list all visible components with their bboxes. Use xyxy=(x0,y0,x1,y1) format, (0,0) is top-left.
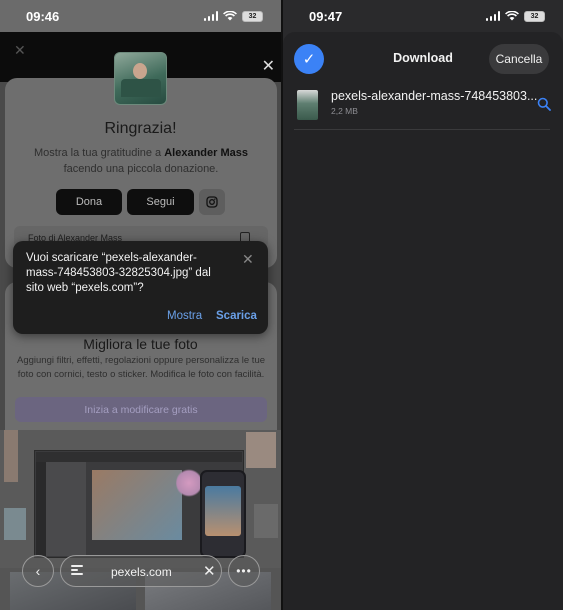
thanks-text-after: facendo una piccola donazione. xyxy=(63,163,219,175)
editor-photo xyxy=(92,470,182,540)
battery-icon: 32 xyxy=(524,10,545,22)
author-avatar xyxy=(114,52,167,105)
clear-button[interactable]: Cancella xyxy=(489,44,549,74)
side-thumbnail xyxy=(246,432,276,468)
instagram-icon xyxy=(206,196,218,208)
editor-panel xyxy=(46,462,86,556)
chevron-left-icon: ‹ xyxy=(35,563,41,579)
file-size: 2,2 MB xyxy=(331,106,358,116)
wifi-icon xyxy=(223,11,237,21)
thanks-title: Ringrazia! xyxy=(104,120,177,137)
edit-text: Aggiungi filtri, effetti, regolazioni op… xyxy=(16,355,266,380)
file-name[interactable]: pexels-alexander-mass-748453803... xyxy=(331,89,537,103)
browser-toolbar: ‹ pexels.com ✕ ••• xyxy=(22,555,260,589)
author-name: Alexander Mass xyxy=(164,147,248,159)
more-button[interactable]: ••• xyxy=(228,555,260,587)
file-thumbnail xyxy=(297,90,318,120)
side-thumbnail xyxy=(4,508,26,540)
close-icon[interactable]: ✕ xyxy=(14,42,26,59)
downloads-sheet xyxy=(283,32,563,610)
dialog-close-icon[interactable]: ✕ xyxy=(242,251,254,268)
phone-mockup-screen xyxy=(205,486,241,536)
follow-button[interactable]: Segui xyxy=(127,189,194,215)
list-separator xyxy=(294,129,550,130)
more-icon: ••• xyxy=(236,564,252,578)
close-icon[interactable]: ✕ xyxy=(203,562,216,580)
status-time: 09:47 xyxy=(309,8,343,24)
status-time: 09:46 xyxy=(26,8,60,24)
thanks-text: Mostra la tua gratitudine a Alexander Ma… xyxy=(14,145,268,177)
start-editing-button[interactable]: Inizia a modificare gratis xyxy=(15,397,267,422)
back-button[interactable]: ‹ xyxy=(22,555,54,587)
edit-title: Migliora le tue foto xyxy=(83,336,198,352)
instagram-button[interactable] xyxy=(199,189,225,215)
url-text: pexels.com xyxy=(111,565,172,579)
side-thumbnail xyxy=(4,430,18,482)
close-modal-icon[interactable]: ✕ xyxy=(262,56,275,76)
status-bar: 09:47 32 xyxy=(283,0,563,32)
tabs-icon[interactable] xyxy=(71,565,83,578)
status-bar: 09:46 32 xyxy=(0,0,281,32)
dialog-message: Vuoi scaricare “pexels-alexander-mass-74… xyxy=(26,252,211,294)
editor-toolbar xyxy=(36,452,242,462)
cellular-signal-icon xyxy=(203,11,218,21)
download-confirm-dialog: Vuoi scaricare “pexels-alexander-mass-74… xyxy=(13,241,268,334)
status-icons: 32 xyxy=(485,10,545,22)
status-icons: 32 xyxy=(203,10,263,22)
donate-button[interactable]: Dona xyxy=(56,189,122,215)
right-screen: 09:47 32 ✓ Download Cancella pexels-alex… xyxy=(283,0,563,610)
left-screen: 09:46 32 ✕ ✕ Ringrazia! Mostra la tua gr… xyxy=(0,0,281,610)
wifi-icon xyxy=(505,11,519,21)
show-button[interactable]: Mostra xyxy=(167,310,202,322)
address-bar[interactable]: pexels.com ✕ xyxy=(60,555,222,587)
editor-flowers xyxy=(176,468,202,498)
cellular-signal-icon xyxy=(485,11,500,21)
side-thumbnail xyxy=(254,504,278,538)
search-icon[interactable] xyxy=(537,97,551,111)
battery-icon: 32 xyxy=(242,10,263,22)
editor-sidebar xyxy=(36,462,46,556)
thanks-text-before: Mostra la tua gratitudine a xyxy=(33,147,165,159)
download-button[interactable]: Scarica xyxy=(216,310,257,322)
